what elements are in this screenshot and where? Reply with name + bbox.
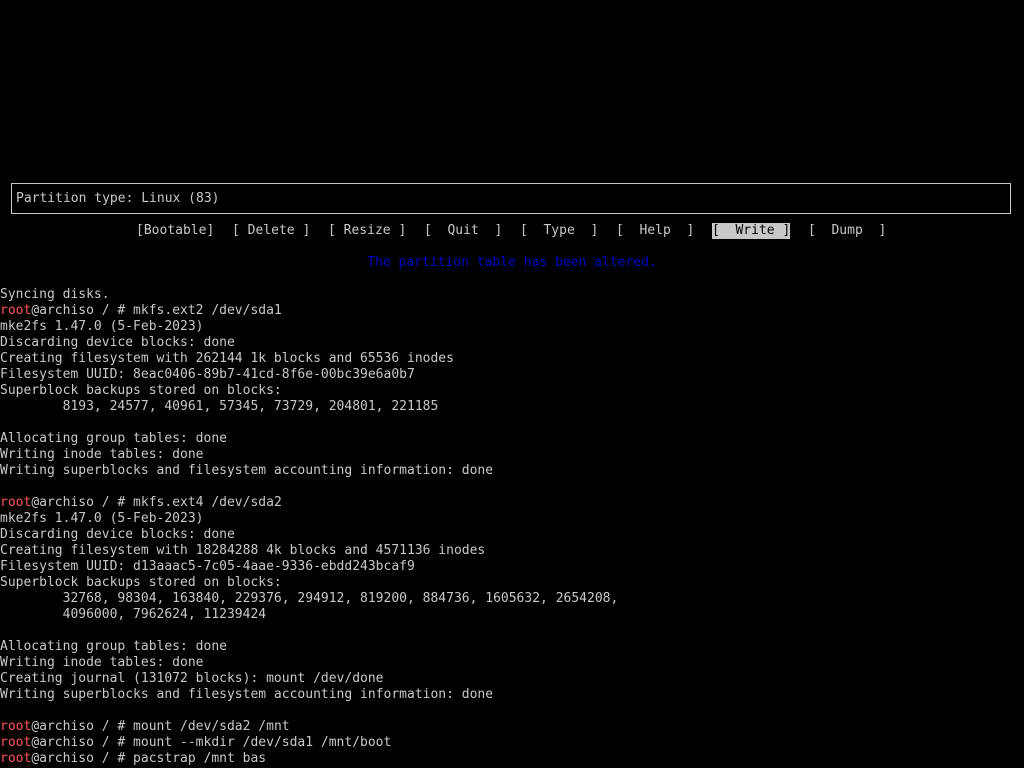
terminal-line-text: Creating filesystem with 262144 1k block…	[0, 351, 454, 366]
menu-button-write[interactable]: [ Write ]	[712, 223, 791, 239]
terminal-line-text: Syncing disks.	[0, 287, 110, 302]
prompt-user: root	[0, 719, 32, 734]
terminal-line: root@archiso / # mkfs.ext4 /dev/sda2	[0, 495, 1024, 511]
terminal-line: Creating journal (131072 blocks): mount …	[0, 671, 1024, 687]
terminal-line-text: 8193, 24577, 40961, 57345, 73729, 204801…	[0, 399, 439, 414]
menu-button-resize[interactable]: [ Resize ]	[328, 223, 406, 239]
menu-button-quit[interactable]: [ Quit ]	[424, 223, 502, 239]
terminal-line: Writing inode tables: done	[0, 655, 1024, 671]
terminal-line: root@archiso / # mount --mkdir /dev/sda1…	[0, 735, 1024, 751]
terminal-line-text: 32768, 98304, 163840, 229376, 294912, 81…	[0, 591, 619, 606]
menu-button-type[interactable]: [ Type ]	[520, 223, 598, 239]
partition-type-box: Partition type: Linux (83)	[11, 183, 1011, 214]
menu-button-delete[interactable]: [ Delete ]	[232, 223, 310, 239]
terminal-line-text: Superblock backups stored on blocks:	[0, 383, 282, 398]
terminal-line: mke2fs 1.47.0 (5-Feb-2023)	[0, 319, 1024, 335]
terminal-line: Writing superblocks and filesystem accou…	[0, 687, 1024, 703]
terminal-line: Superblock backups stored on blocks:	[0, 575, 1024, 591]
terminal-line: Filesystem UUID: 8eac0406-89b7-41cd-8f6e…	[0, 367, 1024, 383]
prompt-user: root	[0, 751, 32, 766]
terminal-line-text: Creating filesystem with 18284288 4k blo…	[0, 543, 486, 558]
prompt-user: root	[0, 303, 32, 318]
partition-type-text: Partition type: Linux (83)	[16, 191, 220, 206]
terminal-line: 8193, 24577, 40961, 57345, 73729, 204801…	[0, 399, 1024, 415]
prompt-user: root	[0, 735, 32, 750]
terminal-line-text: Allocating group tables: done	[0, 431, 227, 446]
terminal-line-text: @archiso / # mount --mkdir /dev/sda1 /mn…	[31, 735, 392, 750]
terminal-line-text: Allocating group tables: done	[0, 639, 227, 654]
terminal-line: Filesystem UUID: d13aaac5-7c05-4aae-9336…	[0, 559, 1024, 575]
terminal-line-text: Filesystem UUID: 8eac0406-89b7-41cd-8f6e…	[0, 367, 415, 382]
terminal-line-text: @archiso / # mount /dev/sda2 /mnt	[31, 719, 290, 734]
terminal-line: 32768, 98304, 163840, 229376, 294912, 81…	[0, 591, 1024, 607]
terminal-line: 4096000, 7962624, 11239424	[0, 607, 1024, 623]
terminal-line: Allocating group tables: done	[0, 431, 1024, 447]
terminal-line: Discarding device blocks: done	[0, 335, 1024, 351]
terminal-screen[interactable]: Partition type: Linux (83) [Bootable] [ D…	[0, 0, 1024, 768]
terminal-line-text: Writing superblocks and filesystem accou…	[0, 687, 494, 702]
terminal-line-text: Superblock backups stored on blocks:	[0, 575, 282, 590]
terminal-line: Syncing disks.	[0, 287, 1024, 303]
terminal-line: root@archiso / # mkfs.ext2 /dev/sda1	[0, 303, 1024, 319]
terminal-line-text: @archiso / # pacstrap /mnt bas	[31, 751, 267, 766]
terminal-line-text: Discarding device blocks: done	[0, 527, 235, 542]
terminal-line: Creating filesystem with 18284288 4k blo…	[0, 543, 1024, 559]
terminal-line-text: Writing inode tables: done	[0, 655, 204, 670]
terminal-line: Superblock backups stored on blocks:	[0, 383, 1024, 399]
terminal-line: Creating filesystem with 262144 1k block…	[0, 351, 1024, 367]
terminal-line-text: Creating journal (131072 blocks): mount …	[0, 671, 384, 686]
terminal-line-text: @archiso / # mkfs.ext4 /dev/sda2	[31, 495, 282, 510]
terminal-line-text: @archiso / # mkfs.ext2 /dev/sda1	[31, 303, 282, 318]
prompt-user: root	[0, 495, 32, 510]
terminal-line-text: Writing superblocks and filesystem accou…	[0, 463, 494, 478]
cfdisk-menu-bar: [Bootable] [ Delete ] [ Resize ] [ Quit ] [ …	[0, 223, 1024, 239]
terminal-line-text: Discarding device blocks: done	[0, 335, 235, 350]
status-message: The partition table has been altered.	[367, 255, 657, 270]
terminal-line: Discarding device blocks: done	[0, 527, 1024, 543]
terminal-line: Writing inode tables: done	[0, 447, 1024, 463]
terminal-line-text: Filesystem UUID: d13aaac5-7c05-4aae-9336…	[0, 559, 415, 574]
terminal-output: Syncing disks. root@archiso / # mkfs.ext2…	[0, 287, 1024, 767]
terminal-line-text: Writing inode tables: done	[0, 447, 204, 462]
terminal-line: root@archiso / # mount /dev/sda2 /mnt	[0, 719, 1024, 735]
terminal-line: mke2fs 1.47.0 (5-Feb-2023)	[0, 511, 1024, 527]
terminal-line: Allocating group tables: done	[0, 639, 1024, 655]
terminal-line: root@archiso / # pacstrap /mnt bas	[0, 751, 1024, 767]
terminal-line: Writing superblocks and filesystem accou…	[0, 463, 1024, 479]
terminal-line-text: mke2fs 1.47.0 (5-Feb-2023)	[0, 511, 204, 526]
terminal-line-text: mke2fs 1.47.0 (5-Feb-2023)	[0, 319, 204, 334]
terminal-line-text: 4096000, 7962624, 11239424	[0, 607, 267, 622]
menu-button-bootable[interactable]: [Bootable]	[136, 223, 214, 239]
menu-button-dump[interactable]: [ Dump ]	[808, 223, 886, 239]
menu-button-help[interactable]: [ Help ]	[616, 223, 694, 239]
